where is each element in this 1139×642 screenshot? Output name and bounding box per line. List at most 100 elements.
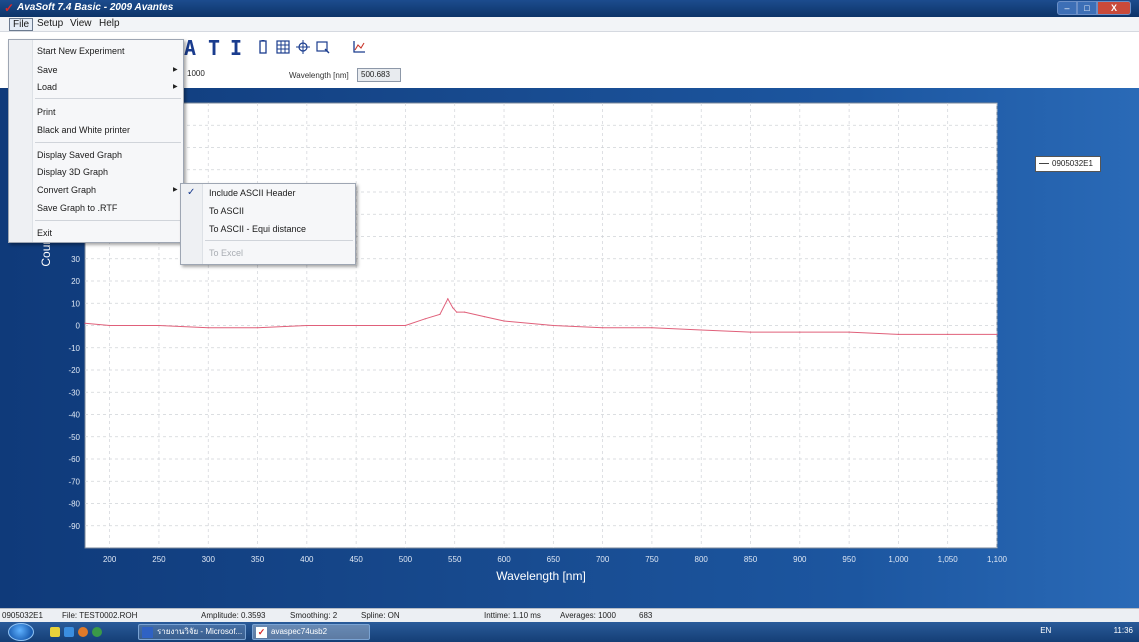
menu-help[interactable]: Help (96, 18, 123, 31)
data-point (700, 329, 702, 331)
menu-item-load[interactable]: Load (37, 82, 57, 92)
status-file: File: TEST0002.ROH (62, 611, 138, 620)
data-point (749, 331, 752, 333)
battery-icon[interactable] (256, 40, 270, 54)
data-point (452, 307, 454, 309)
mode-i-button[interactable]: I (230, 36, 242, 60)
data-point (447, 298, 449, 300)
menu-file[interactable]: File (9, 18, 34, 31)
task-avasoft[interactable]: ✓ avaspec74usb2 (252, 624, 370, 640)
y-tick-label: -30 (68, 388, 80, 397)
status-averages: Averages: 1000 (560, 611, 616, 620)
y-tick-label: 20 (71, 277, 80, 286)
window-controls: – □ X (1057, 1, 1131, 15)
system-tray: EN 11:36 (1040, 626, 1133, 635)
data-point (456, 311, 458, 313)
menu-item-exit[interactable]: Exit (37, 228, 52, 238)
averages-value[interactable]: 1000 (184, 68, 212, 82)
submenu-item-include-ascii-header[interactable]: Include ASCII Header (209, 188, 296, 198)
menu-item-print[interactable]: Print (37, 107, 56, 117)
menu-item-display-saved-graph[interactable]: Display Saved Graph (37, 150, 122, 160)
menu-item-save-graph-rtf[interactable]: Save Graph to .RTF (37, 203, 117, 213)
data-point (483, 316, 485, 318)
x-tick-label: 450 (349, 555, 363, 564)
x-tick-label: 750 (645, 555, 659, 564)
status-pixel: 683 (639, 611, 653, 620)
submenu-item-to-ascii-equi-distance[interactable]: To ASCII - Equi distance (209, 224, 306, 234)
status-bar: 0905032E1 File: TEST0002.ROH Amplitude: … (0, 608, 1139, 622)
x-tick-label: 1,100 (987, 555, 1008, 564)
menu-item-start-new-experiment[interactable]: Start New Experiment (37, 46, 125, 56)
menu-bar: File Setup View Help (0, 17, 1139, 32)
data-point (996, 333, 998, 335)
tray-language[interactable]: EN (1040, 626, 1051, 635)
chart-axes-icon[interactable] (352, 40, 366, 54)
zoom-box-icon[interactable] (316, 40, 330, 54)
status-spline: Spline: ON (361, 611, 400, 620)
wavelength-label: Wavelength [nm] (289, 71, 349, 80)
x-tick-label: 300 (202, 555, 216, 564)
quicklaunch-chrome-icon[interactable] (92, 627, 102, 637)
load-submenu-arrow-icon: ▶ (173, 84, 178, 90)
avasoft-logo-icon: ✓ (4, 1, 15, 15)
y-tick-label: -80 (68, 500, 80, 509)
task-avasoft-label: avaspec74usb2 (271, 627, 328, 636)
data-point (306, 324, 308, 327)
data-point (256, 327, 259, 329)
x-tick-label: 550 (448, 555, 462, 564)
chart-legend: 0905032E1 (1035, 156, 1101, 172)
close-button[interactable]: X (1097, 1, 1131, 15)
start-button[interactable] (8, 623, 34, 641)
data-point (424, 318, 426, 320)
menu-setup[interactable]: Setup (34, 18, 66, 31)
save-submenu-arrow-icon: ▶ (173, 67, 178, 73)
quicklaunch-firefox-icon[interactable] (78, 627, 88, 637)
menu-gutter (9, 40, 33, 242)
mode-a-button[interactable]: A (184, 36, 196, 60)
submenu-item-to-ascii[interactable]: To ASCII (209, 206, 244, 216)
data-point (651, 327, 653, 329)
data-point (404, 324, 407, 327)
data-point (897, 333, 900, 335)
data-point (158, 324, 160, 327)
quicklaunch-ie-icon[interactable] (64, 627, 74, 637)
x-tick-label: 400 (300, 555, 314, 564)
submenu-item-to-excel: To Excel (209, 248, 244, 258)
quicklaunch-explorer-icon[interactable] (50, 627, 60, 637)
menu-view[interactable]: View (67, 18, 95, 31)
x-tick-label: 250 (152, 555, 166, 564)
x-tick-label: 200 (103, 555, 117, 564)
status-detector: 0905032E1 (2, 611, 43, 620)
title-bar: ✓ AvaSoft 7.4 Basic - 2009 Avantes – □ X (0, 0, 1139, 17)
maximize-button[interactable]: □ (1077, 1, 1097, 15)
y-tick-label: -70 (68, 477, 80, 486)
x-tick-label: 650 (547, 555, 561, 564)
data-point (355, 324, 357, 327)
menu-item-black-white-printer[interactable]: Black and White printer (37, 125, 130, 135)
status-smoothing: Smoothing: 2 (290, 611, 338, 620)
minimize-button[interactable]: – (1057, 1, 1077, 15)
wavelength-field[interactable]: 500.683 (357, 68, 401, 82)
file-menu-dropdown: Start New Experiment Save ▶ Load ▶ Print… (8, 39, 184, 243)
convert-graph-submenu: ✓ Include ASCII Header To ASCII To ASCII… (180, 183, 356, 265)
crosshair-icon[interactable] (296, 40, 310, 54)
grid-icon[interactable] (276, 40, 290, 54)
data-point (439, 313, 441, 315)
status-inttime: Inttime: 1.10 ms (484, 611, 541, 620)
menu-item-convert-graph[interactable]: Convert Graph (37, 185, 96, 195)
y-tick-label: -90 (68, 522, 80, 531)
menu-item-save[interactable]: Save (37, 65, 58, 75)
data-point (552, 324, 554, 327)
taskbar: รายงานวิจัย - Microsof... ✓ avaspec74usb… (0, 622, 1139, 642)
convert-submenu-arrow-icon: ▶ (173, 187, 178, 193)
data-point (947, 333, 949, 335)
menu-separator (35, 142, 181, 143)
mode-t-button[interactable]: T (208, 36, 220, 60)
task-word[interactable]: รายงานวิจัย - Microsof... (138, 624, 246, 640)
checkmark-icon: ✓ (187, 187, 196, 198)
tray-clock[interactable]: 11:36 (1114, 626, 1133, 635)
menu-item-display-3d-graph[interactable]: Display 3D Graph (37, 167, 108, 177)
x-tick-label: 500 (399, 555, 413, 564)
legend-entry: 0905032E1 (1052, 159, 1093, 168)
data-point (109, 324, 111, 327)
